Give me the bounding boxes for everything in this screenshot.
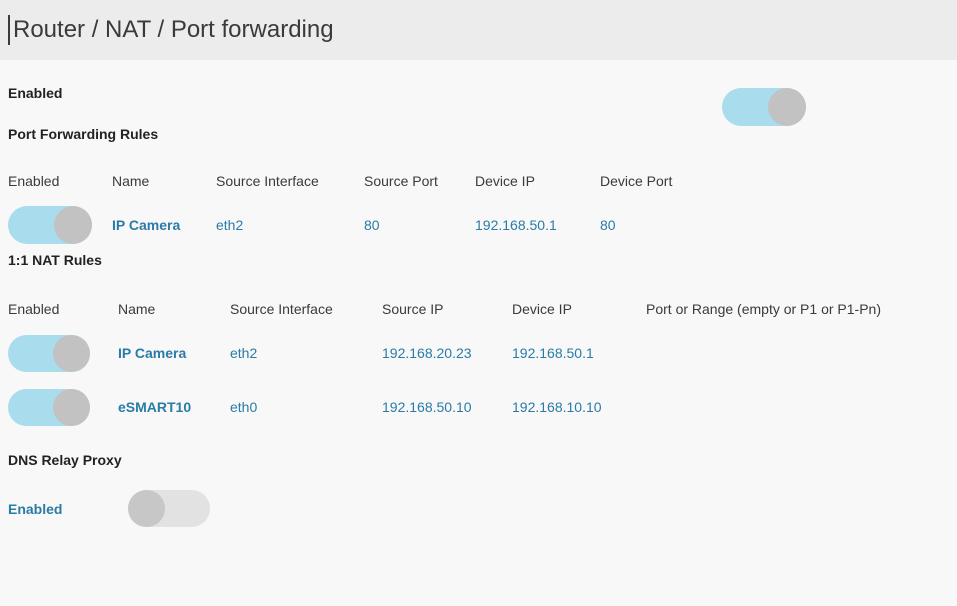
cell-source-interface[interactable]: eth2	[230, 326, 382, 380]
toggle-knob	[128, 490, 165, 527]
column-header-name: Name	[118, 301, 156, 317]
row-enabled-toggle[interactable]	[8, 206, 92, 244]
cell-enabled	[8, 326, 118, 380]
table-row: IP Camera eth2 192.168.20.23 192.168.50.…	[8, 326, 946, 380]
cell-device-ip[interactable]: 192.168.50.1	[512, 326, 646, 380]
cell-enabled	[8, 380, 118, 434]
page-title: Router / NAT / Port forwarding	[13, 16, 334, 43]
nat-rules-table: Enabled Name Source Interface Source IP …	[8, 292, 946, 434]
column-header-device-port: Device Port	[600, 173, 673, 189]
cell-source-ip[interactable]: 192.168.50.10	[382, 380, 512, 434]
port-forwarding-heading: Port Forwarding Rules	[8, 126, 159, 142]
toggle-knob	[768, 88, 806, 126]
table-row: eSMART10 eth0 192.168.50.10 192.168.10.1…	[8, 380, 946, 434]
column-header-source-port: Source Port	[364, 173, 438, 189]
column-header-source-interface: Source Interface	[230, 301, 333, 317]
cell-source-ip[interactable]: 192.168.20.23	[382, 326, 512, 380]
column-header-device-ip: Device IP	[512, 301, 572, 317]
text-cursor-icon	[8, 15, 10, 45]
table-row: IP Camera eth2 80 192.168.50.1 80	[8, 198, 760, 252]
enabled-row: Enabled	[8, 60, 957, 126]
column-header-device-ip: Device IP	[475, 173, 535, 189]
toggle-knob	[53, 388, 90, 426]
cell-source-port[interactable]: 80	[364, 198, 475, 252]
cell-port-or-range[interactable]	[646, 380, 946, 434]
cell-port-or-range[interactable]	[646, 326, 946, 380]
cell-source-interface[interactable]: eth2	[216, 198, 364, 252]
cell-source-interface[interactable]: eth0	[230, 380, 382, 434]
row-enabled-toggle[interactable]	[8, 334, 90, 372]
row-enabled-toggle[interactable]	[8, 388, 90, 426]
cell-device-ip[interactable]: 192.168.50.1	[475, 198, 600, 252]
cell-device-port[interactable]: 80	[600, 198, 760, 252]
dns-relay-proxy-toggle[interactable]	[128, 490, 210, 527]
table-header-row: Enabled Name Source Interface Source Por…	[8, 164, 760, 198]
column-header-port-or-range: Port or Range (empty or P1 or P1-Pn)	[646, 301, 881, 317]
dns-relay-proxy-label: Enabled	[8, 500, 63, 517]
column-header-enabled: Enabled	[8, 173, 60, 189]
cell-enabled	[8, 198, 112, 252]
toggle-knob	[54, 206, 92, 244]
column-header-name: Name	[112, 173, 150, 189]
enabled-label: Enabled	[8, 85, 63, 101]
cell-device-ip[interactable]: 192.168.10.10	[512, 380, 646, 434]
nat-rules-heading: 1:1 NAT Rules	[8, 252, 102, 268]
table-header-row: Enabled Name Source Interface Source IP …	[8, 292, 946, 326]
column-header-enabled: Enabled	[8, 301, 60, 317]
cell-name[interactable]: IP Camera	[112, 198, 216, 252]
port-forwarding-table: Enabled Name Source Interface Source Por…	[8, 164, 760, 252]
page-body: Enabled Port Forwarding Rules Enabled Na…	[0, 60, 957, 527]
cell-name[interactable]: IP Camera	[118, 326, 230, 380]
column-header-source-ip: Source IP	[382, 301, 444, 317]
page-header: Router / NAT / Port forwarding	[0, 0, 957, 60]
column-header-source-interface: Source Interface	[216, 173, 319, 189]
toggle-knob	[53, 334, 90, 372]
dns-relay-proxy-heading: DNS Relay Proxy	[8, 452, 122, 468]
cell-name[interactable]: eSMART10	[118, 380, 230, 434]
enabled-toggle[interactable]	[722, 88, 806, 126]
dns-relay-proxy-row: Enabled	[8, 490, 957, 527]
